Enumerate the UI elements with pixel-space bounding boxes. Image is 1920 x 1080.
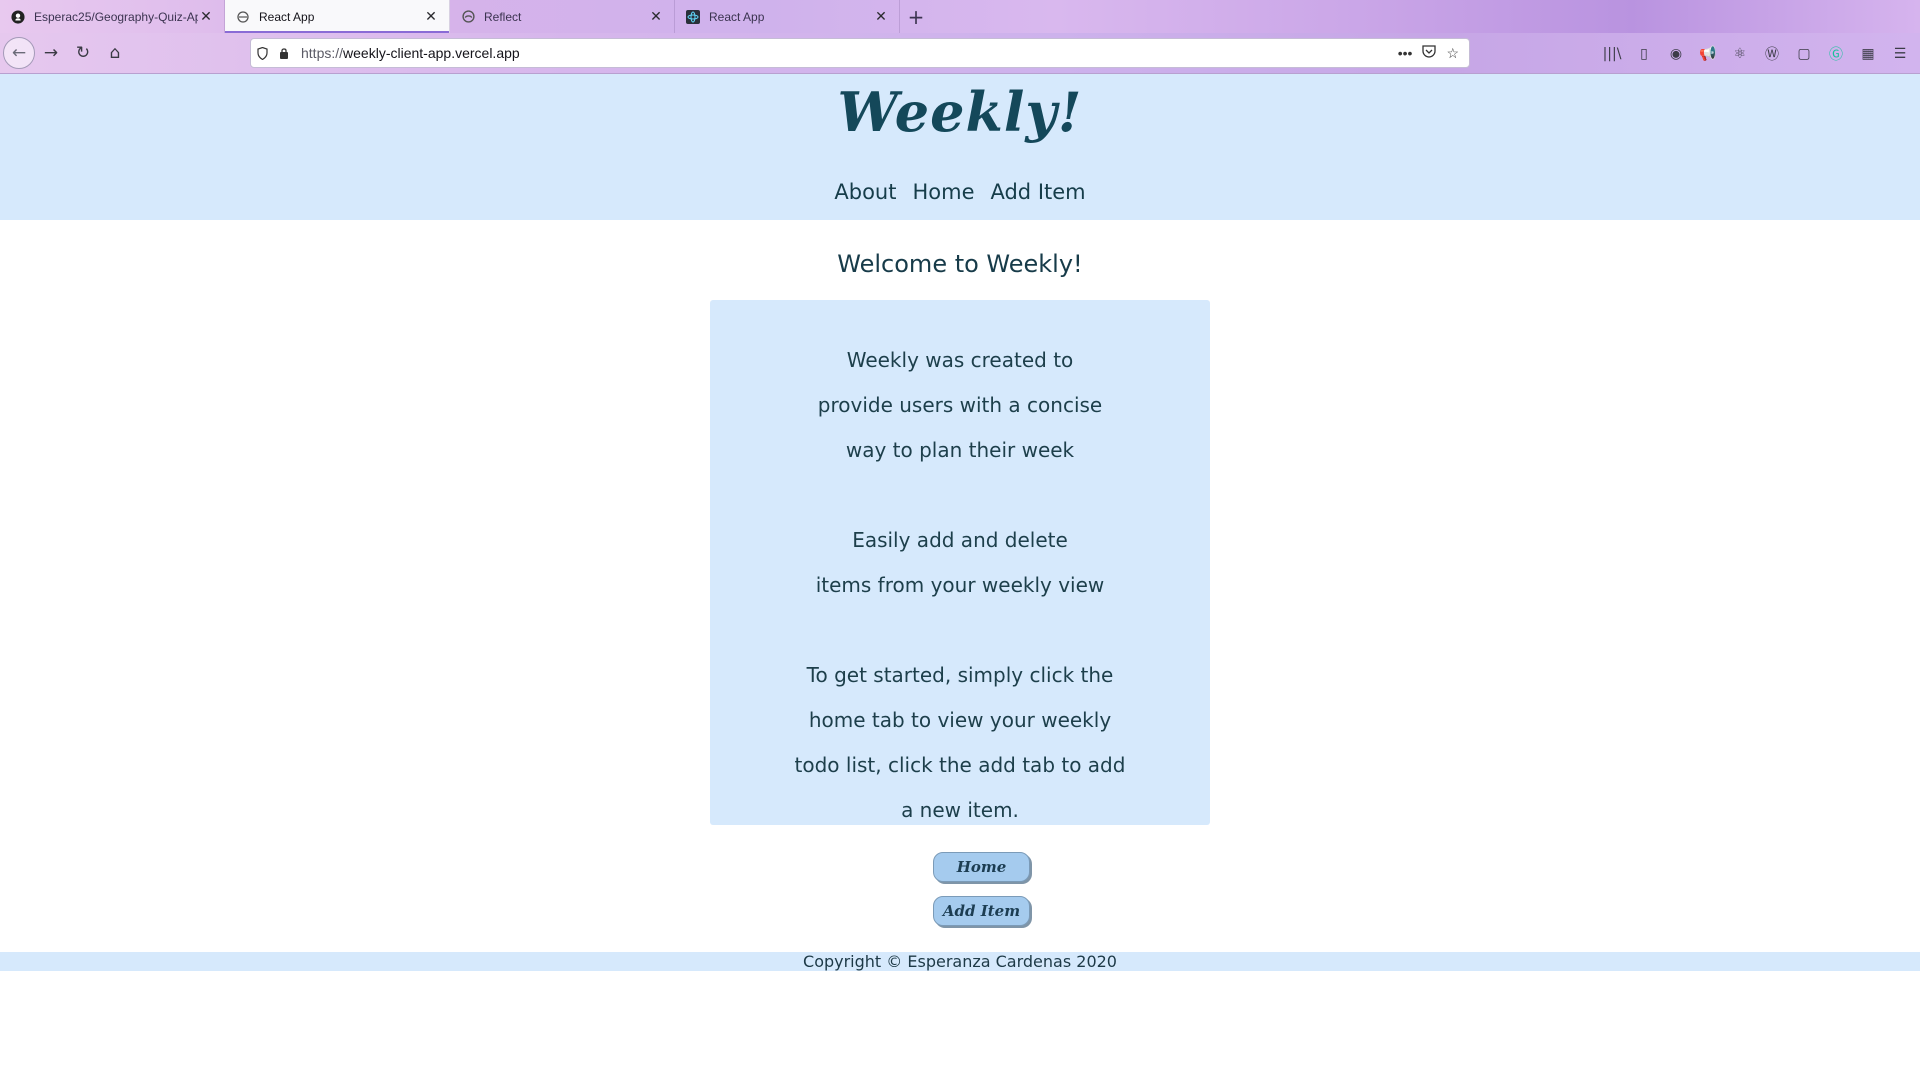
back-button[interactable]: ←: [3, 37, 35, 69]
info-line: provide users with a concise: [817, 393, 1103, 417]
add-item-button[interactable]: Add Item: [933, 896, 1030, 926]
reload-icon: ↻: [75, 43, 91, 63]
tab-strip: Esperac25/Geography-Quiz-Ap ✕ React App …: [0, 0, 1920, 33]
home-button[interactable]: Home: [933, 852, 1030, 882]
react-icon: [685, 9, 701, 25]
close-icon[interactable]: ✕: [873, 8, 889, 25]
extensions-puzzle-icon[interactable]: ▦: [1856, 42, 1880, 66]
megaphone-icon[interactable]: 📢: [1696, 42, 1720, 66]
home-icon: ⌂: [109, 43, 121, 63]
info-line: home tab to view your weekly: [808, 708, 1112, 732]
url-scheme: https://: [301, 45, 344, 61]
info-paragraph-1: Weekly was created to provide users with…: [710, 338, 1210, 473]
tab-reflect[interactable]: Reflect ✕: [450, 0, 675, 33]
close-icon[interactable]: ✕: [198, 8, 214, 25]
nav-link-about[interactable]: About: [834, 180, 896, 204]
site-nav: About Home Add Item: [0, 180, 1920, 204]
tab-github[interactable]: Esperac25/Geography-Quiz-Ap ✕: [0, 0, 225, 33]
web-page: Weekly! About Home Add Item Welcome to W…: [0, 74, 1920, 1080]
new-tab-button[interactable]: +: [900, 0, 932, 33]
forward-button[interactable]: →: [35, 37, 67, 69]
pocket-icon[interactable]: [1422, 45, 1437, 61]
tab-title: React App: [709, 9, 765, 24]
library-icon[interactable]: |||\: [1600, 42, 1624, 66]
sidebar-icon[interactable]: ▯: [1632, 42, 1656, 66]
info-paragraph-3: To get started, simply click the home ta…: [710, 653, 1210, 833]
close-icon[interactable]: ✕: [648, 8, 664, 25]
home-button[interactable]: ⌂: [99, 37, 131, 69]
info-line: todo list, click the add tab to add: [794, 753, 1126, 777]
footer-copyright: Copyright © Esperanza Cardenas 2020: [0, 952, 1920, 971]
info-line: items from your weekly view: [815, 573, 1105, 597]
info-line: way to plan their week: [845, 438, 1075, 462]
arrow-left-icon: ←: [11, 43, 27, 63]
close-icon[interactable]: ✕: [423, 8, 439, 25]
tab-title: Reflect: [484, 9, 522, 24]
arrow-right-icon: →: [43, 43, 59, 63]
tab-react-app-active[interactable]: React App ✕: [225, 0, 450, 33]
bookmark-star-icon[interactable]: ☆: [1446, 45, 1459, 62]
wordpress-icon[interactable]: Ⓦ: [1760, 42, 1784, 66]
nav-link-add-item[interactable]: Add Item: [990, 180, 1085, 204]
grammarly-icon[interactable]: Ⓖ: [1824, 42, 1848, 66]
info-card: Weekly was created to provide users with…: [710, 300, 1210, 825]
lock-icon: [273, 47, 295, 59]
reflect-icon: [460, 9, 476, 25]
tab-react-app-2[interactable]: React App ✕: [675, 0, 900, 33]
nav-link-home[interactable]: Home: [912, 180, 974, 204]
url-host: weekly-client-app.vercel.app: [343, 45, 520, 61]
site-logo[interactable]: Weekly!: [0, 80, 1920, 144]
info-line: Easily add and delete: [852, 528, 1068, 552]
url-bar[interactable]: https://weekly-client-app.vercel.app •••…: [250, 38, 1470, 68]
react-devtools-icon[interactable]: ⚛: [1728, 42, 1752, 66]
account-icon[interactable]: ◉: [1664, 42, 1688, 66]
menu-icon[interactable]: ☰: [1888, 42, 1912, 66]
github-icon: [10, 9, 26, 25]
reload-button[interactable]: ↻: [67, 37, 99, 69]
site-header: Weekly! About Home Add Item: [0, 74, 1920, 220]
info-line: To get started, simply click the: [806, 663, 1114, 687]
info-paragraph-2: Easily add and delete items from your we…: [710, 518, 1210, 608]
info-line: a new item.: [901, 798, 1019, 822]
more-icon[interactable]: •••: [1398, 45, 1413, 61]
toolbar-extensions: |||\ ▯ ◉ 📢 ⚛ Ⓦ ▢ Ⓖ ▦ ☰: [1600, 33, 1920, 74]
extension-icon[interactable]: ▢: [1792, 42, 1816, 66]
page-icon: [235, 9, 251, 25]
info-line: Weekly was created to: [846, 348, 1074, 372]
tab-title: Esperac25/Geography-Quiz-Ap: [34, 9, 198, 24]
shield-icon: [251, 46, 273, 60]
page-title: Welcome to Weekly!: [837, 250, 1083, 278]
url-text: https://weekly-client-app.vercel.app: [301, 45, 1398, 61]
navigation-toolbar: ← → ↻ ⌂ https://weekly-client-app.vercel…: [0, 33, 1920, 74]
tab-title: React App: [259, 9, 315, 24]
